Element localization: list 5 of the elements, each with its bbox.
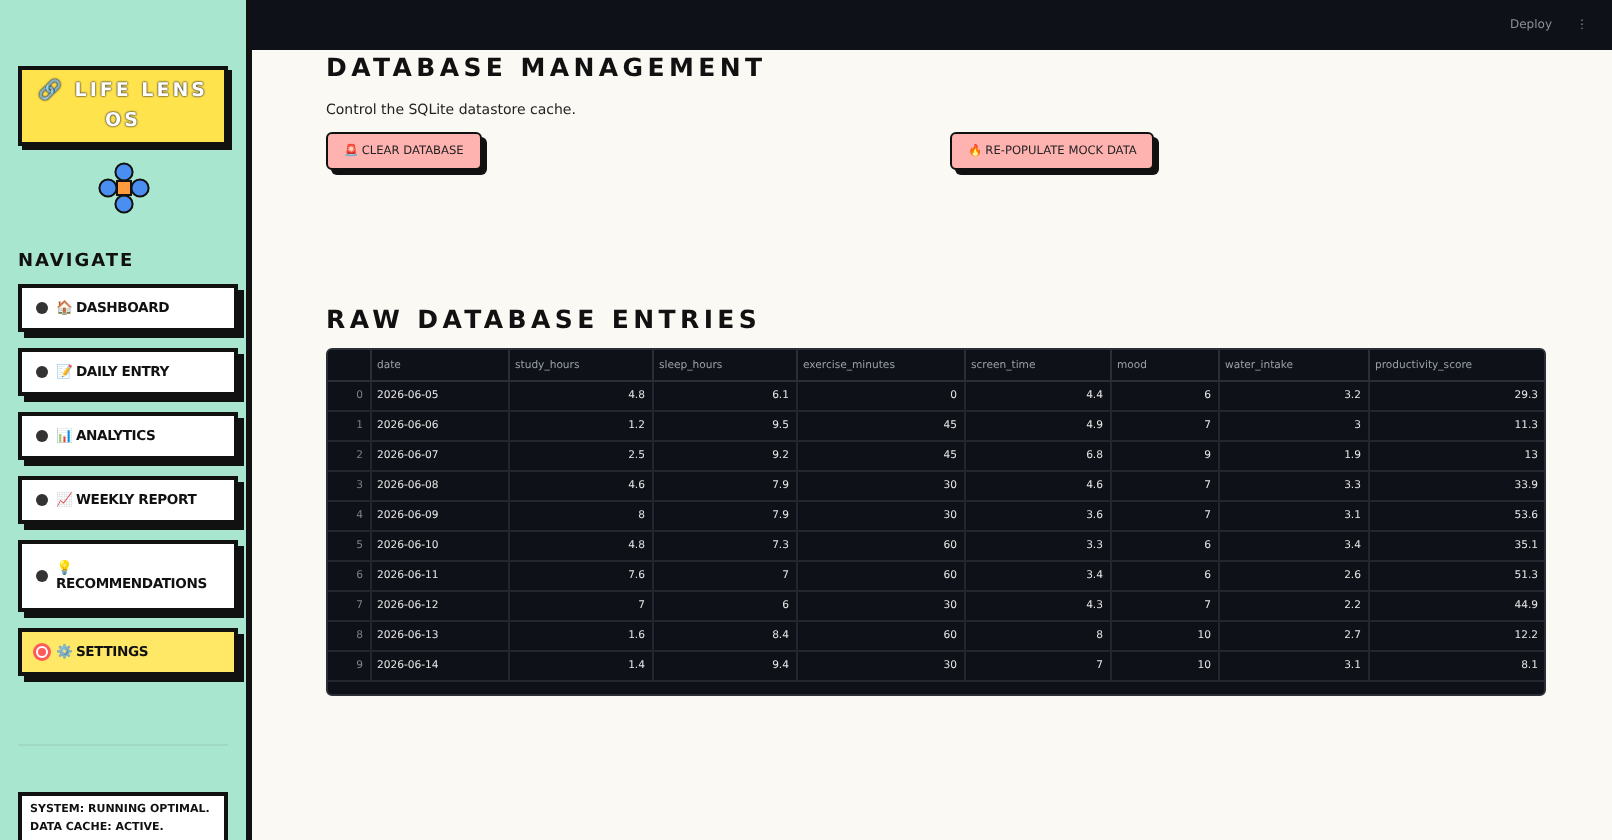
app-logo: 🔗 LIFE LENS OS — [18, 66, 228, 146]
section-heading: RAW DATABASE ENTRIES — [326, 304, 764, 334]
flower-logo-icon — [97, 162, 149, 214]
section-title: NAVIGATE — [18, 252, 137, 272]
section-heading: DATABASE MANAGEMENT — [326, 52, 769, 82]
